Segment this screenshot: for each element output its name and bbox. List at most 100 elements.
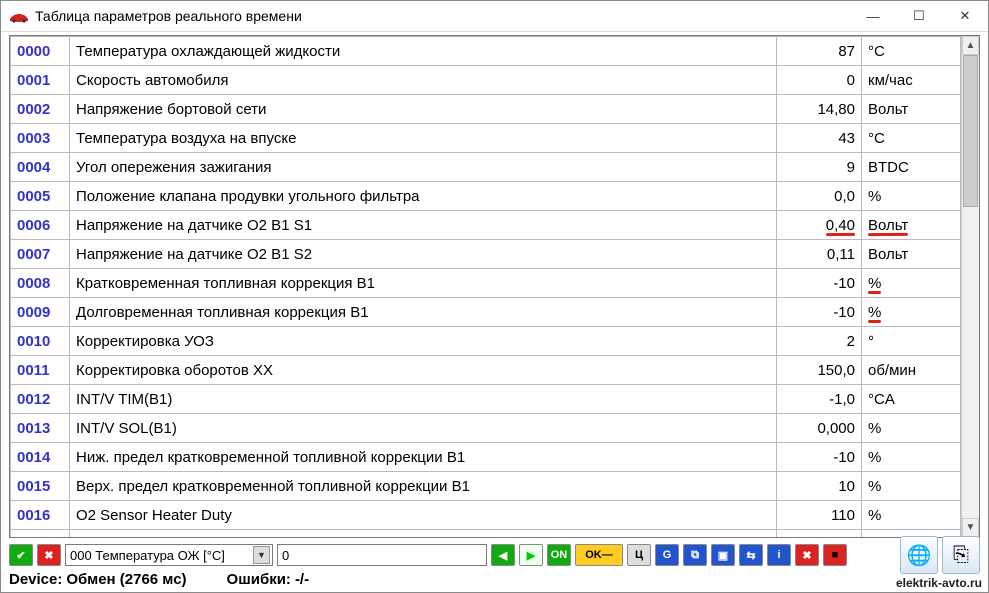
params-table: 0000Температура охлаждающей жидкости87°C…	[10, 36, 961, 537]
refresh-button[interactable]: Ц	[627, 544, 651, 566]
param-code: 0016	[11, 501, 70, 530]
param-name: Напряжение бортовой сети	[70, 95, 777, 124]
param-code: 0011	[11, 356, 70, 385]
param-unit: °C	[862, 124, 961, 153]
table-row[interactable]: 0015Верх. предел кратковременной топливн…	[11, 472, 961, 501]
table-row[interactable]: 0002Напряжение бортовой сети14,80Вольт	[11, 95, 961, 124]
scroll-up-button[interactable]: ▲	[962, 36, 979, 55]
param-value: -10	[777, 443, 862, 472]
param-value: 26	[777, 530, 862, 538]
window-title: Таблица параметров реального времени	[35, 8, 850, 24]
delete-button[interactable]: ✖	[795, 544, 819, 566]
param-value: 0,000	[777, 414, 862, 443]
view-on-button[interactable]: ON	[547, 544, 571, 566]
param-unit: %	[862, 298, 961, 327]
table-row[interactable]: 0014Ниж. предел кратковременной топливно…	[11, 443, 961, 472]
scroll-down-button[interactable]: ▼	[962, 518, 979, 537]
param-unit: °C	[862, 37, 961, 66]
stop-button[interactable]: ■	[823, 544, 847, 566]
param-unit: Вольт	[862, 240, 961, 269]
table-row[interactable]: 0006Напряжение на датчике O2 B1 S10,40Во…	[11, 211, 961, 240]
scroll-thumb[interactable]	[963, 55, 978, 207]
table-row[interactable]: 0004Угол опережения зажигания9BTDC	[11, 153, 961, 182]
param-value: 0,11	[777, 240, 862, 269]
param-code: 0009	[11, 298, 70, 327]
param-name: Скорость автомобиля	[70, 66, 777, 95]
param-value: 0	[777, 66, 862, 95]
reject-all-button[interactable]: ✖	[37, 544, 61, 566]
param-unit: %	[862, 269, 961, 298]
scroll-track[interactable]	[962, 55, 979, 518]
param-code: 0004	[11, 153, 70, 182]
parameter-combo[interactable]: 000 Температура ОЖ [°C] ▼	[65, 544, 273, 566]
param-code: 0017	[11, 530, 70, 538]
table-row[interactable]: 0007Напряжение на датчике O2 B1 S20,11Во…	[11, 240, 961, 269]
param-unit: %	[862, 443, 961, 472]
table-row[interactable]: 0012INT/V TIM(B1)-1,0°CA	[11, 385, 961, 414]
g-button[interactable]: G	[655, 544, 679, 566]
param-name: Угол опережения зажигания	[70, 153, 777, 182]
param-unit: об/мин	[862, 356, 961, 385]
param-code: 0005	[11, 182, 70, 211]
table-row[interactable]: 0000Температура охлаждающей жидкости87°C	[11, 37, 961, 66]
table-row[interactable]: 0010Корректировка УОЗ2°	[11, 327, 961, 356]
window: Таблица параметров реального времени — ☐…	[0, 0, 989, 593]
param-name: -	[70, 530, 777, 538]
close-button[interactable]: ✕	[942, 1, 988, 31]
param-name: O2 Sensor Heater Duty	[70, 501, 777, 530]
param-code: 0012	[11, 385, 70, 414]
globe-icon[interactable]: 🌐	[900, 536, 938, 574]
table-row[interactable]: 0013INT/V SOL(B1)0,000%	[11, 414, 961, 443]
prev-button[interactable]: ◀	[491, 544, 515, 566]
param-code: 0007	[11, 240, 70, 269]
param-unit: Вольт	[862, 211, 961, 240]
value-input[interactable]: 0	[277, 544, 487, 566]
param-unit: BTDC	[862, 153, 961, 182]
table-row[interactable]: 0005Положение клапана продувки угольного…	[11, 182, 961, 211]
errors-value: -/-	[295, 571, 309, 588]
table-row[interactable]: 0011Корректировка оборотов XX150,0об/мин	[11, 356, 961, 385]
table-row[interactable]: 0017-26-	[11, 530, 961, 538]
param-unit: °CA	[862, 385, 961, 414]
combo-selected: 000 Температура ОЖ [°C]	[70, 548, 253, 563]
confirm-all-button[interactable]: ✔	[9, 544, 33, 566]
param-name: Долговременная топливная коррекция B1	[70, 298, 777, 327]
table-viewport: 0000Температура охлаждающей жидкости87°C…	[10, 36, 961, 537]
param-name: Верх. предел кратковременной топливной к…	[70, 472, 777, 501]
maximize-button[interactable]: ☐	[896, 1, 942, 31]
param-name: INT/V TIM(B1)	[70, 385, 777, 414]
errors-label: Ошибки:	[227, 571, 291, 588]
param-name: Кратковременная топливная коррекция B1	[70, 269, 777, 298]
table-row[interactable]: 0001Скорость автомобиля0км/час	[11, 66, 961, 95]
ok-button[interactable]: OK—	[575, 544, 623, 566]
table-row[interactable]: 0003Температура воздуха на впуске43°C	[11, 124, 961, 153]
copy-button[interactable]: ⧉	[683, 544, 707, 566]
param-code: 0006	[11, 211, 70, 240]
param-unit: %	[862, 414, 961, 443]
info-button[interactable]: i	[767, 544, 791, 566]
param-value: 110	[777, 501, 862, 530]
param-value: -10	[777, 298, 862, 327]
param-value: -1,0	[777, 385, 862, 414]
link-button[interactable]: ⇆	[739, 544, 763, 566]
param-code: 0014	[11, 443, 70, 472]
param-value: 2	[777, 327, 862, 356]
param-code: 0003	[11, 124, 70, 153]
param-code: 0015	[11, 472, 70, 501]
vertical-scrollbar[interactable]: ▲ ▼	[961, 36, 979, 537]
table-row[interactable]: 0008Кратковременная топливная коррекция …	[11, 269, 961, 298]
titlebar: Таблица параметров реального времени — ☐…	[1, 1, 988, 32]
param-value: -10	[777, 269, 862, 298]
param-name: Корректировка оборотов XX	[70, 356, 777, 385]
minimize-button[interactable]: —	[850, 1, 896, 31]
table-row[interactable]: 0016O2 Sensor Heater Duty110%	[11, 501, 961, 530]
exit-icon[interactable]: ⎘	[942, 536, 980, 574]
param-unit: %	[862, 501, 961, 530]
tag-button[interactable]: ▣	[711, 544, 735, 566]
next-button[interactable]: ▶	[519, 544, 543, 566]
watermark: elektrik-avto.ru	[896, 576, 982, 590]
table-row[interactable]: 0009Долговременная топливная коррекция B…	[11, 298, 961, 327]
param-name: Корректировка УОЗ	[70, 327, 777, 356]
param-code: 0002	[11, 95, 70, 124]
content-area: 0000Температура охлаждающей жидкости87°C…	[9, 35, 980, 538]
